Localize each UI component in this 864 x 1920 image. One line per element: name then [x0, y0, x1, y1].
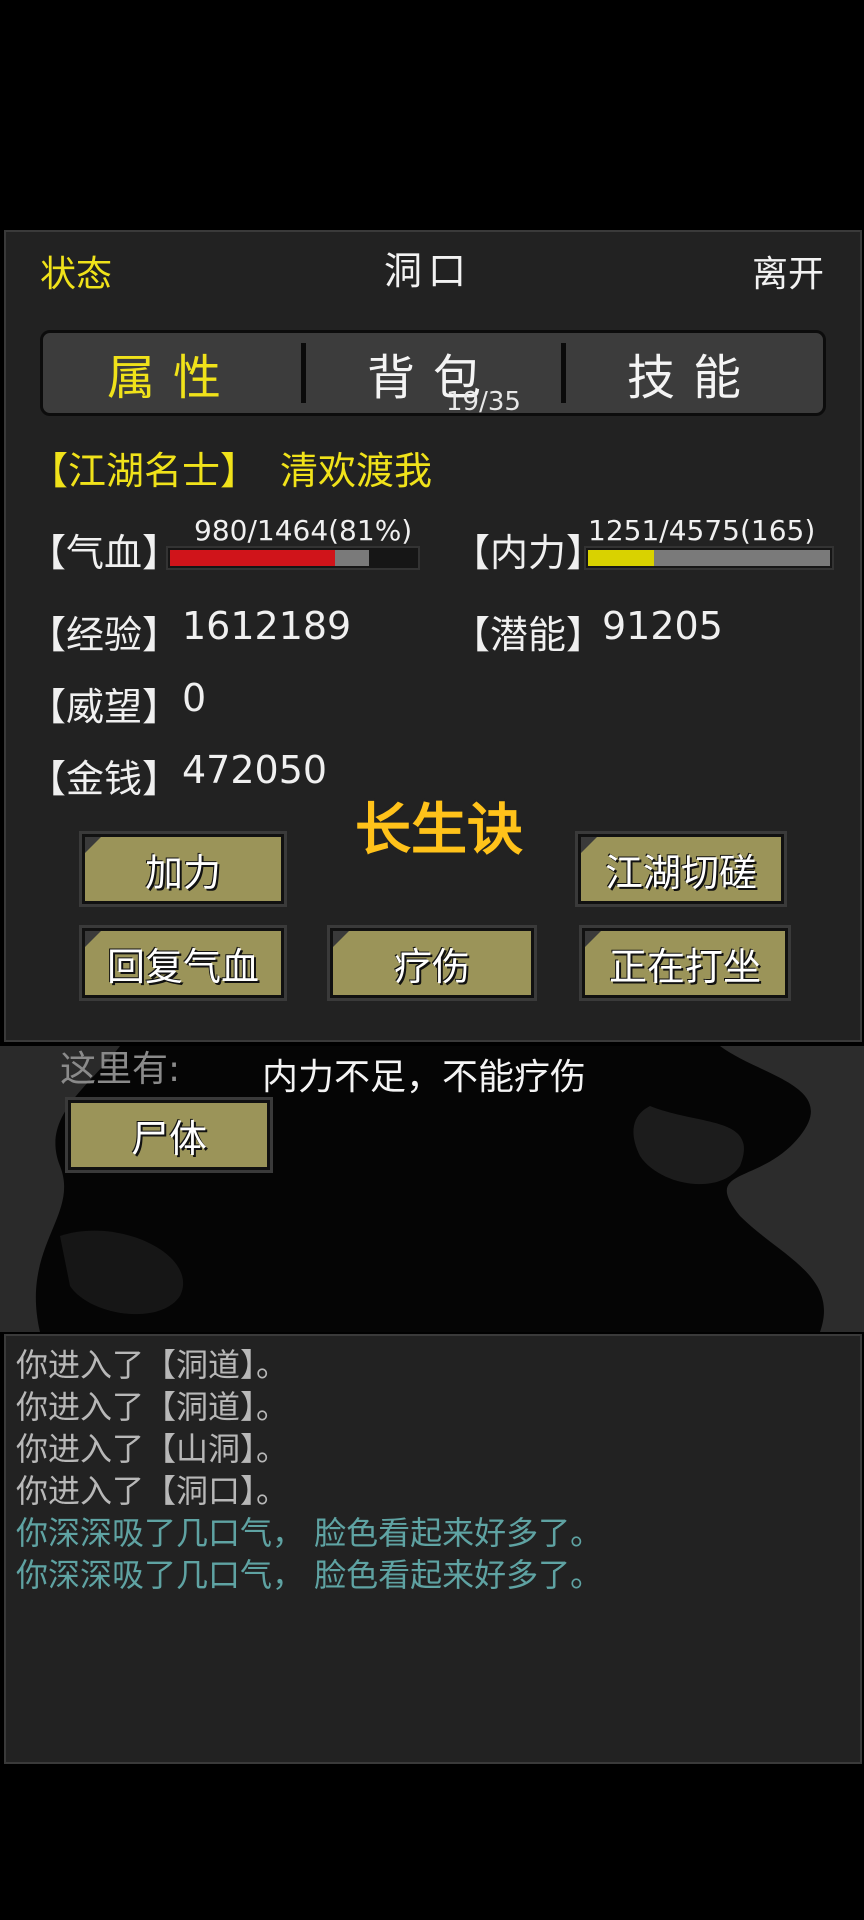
status-hint: 内力不足，不能疗伤	[262, 1057, 587, 1098]
technique-name-overlay: 长生诀	[355, 798, 523, 863]
money-label: 【金钱】	[28, 757, 181, 801]
log-line: 你深深吸了几口气， 脸色看起来好多了。	[16, 1556, 603, 1594]
mana-value: 1251/4575(165)	[588, 514, 816, 547]
inventory-count: 19/35	[446, 387, 521, 417]
button-corner	[581, 837, 597, 853]
hp-bar-fill	[170, 550, 335, 566]
button-corner	[585, 931, 601, 947]
meditate-button[interactable]: 正在打坐	[579, 925, 791, 1001]
hp-value: 980/1464(81%)	[194, 514, 413, 547]
tab-skills-label: 技能	[626, 350, 759, 406]
log-line: 你进入了【洞道】。	[16, 1346, 289, 1384]
mana-bar	[584, 546, 834, 570]
treat-injury-button-label: 疗伤	[393, 944, 470, 989]
location-title: 洞口	[384, 249, 473, 293]
character-header: 【江湖名士】 清欢渡我	[30, 440, 432, 495]
tab-skills[interactable]: 技能	[561, 333, 823, 413]
hp-bar	[166, 546, 420, 570]
potential-value: 91205	[602, 604, 723, 648]
leave-button[interactable]: 离开	[752, 245, 824, 297]
button-corner	[85, 837, 101, 853]
tab-inventory[interactable]: 背包 19/35	[301, 333, 563, 417]
character-name: 清欢渡我	[280, 449, 433, 493]
heal-hp-button[interactable]: 回复气血	[79, 925, 287, 1001]
log-line: 你深深吸了几口气， 脸色看起来好多了。	[16, 1514, 603, 1552]
corpse-object-button[interactable]: 尸体	[65, 1097, 273, 1173]
hp-label: 【气血】	[28, 531, 181, 575]
exp-value: 1612189	[182, 604, 352, 648]
spar-button-label: 江湖切磋	[604, 850, 757, 895]
character-rank: 【江湖名士】	[30, 449, 259, 493]
meditate-button-label: 正在打坐	[608, 944, 761, 989]
treat-injury-button[interactable]: 疗伤	[327, 925, 537, 1001]
log-line: 你进入了【山洞】。	[16, 1430, 289, 1468]
message-log: 你进入了【洞道】。 你进入了【洞道】。 你进入了【山洞】。 你进入了【洞口】。 …	[4, 1334, 862, 1764]
exp-label: 【经验】	[28, 613, 181, 657]
potential-label: 【潜能】	[452, 613, 605, 657]
log-line: 你进入了【洞道】。	[16, 1388, 289, 1426]
button-corner	[333, 931, 349, 947]
mana-label: 【内力】	[452, 531, 605, 575]
button-corner	[85, 931, 101, 947]
boost-button-label: 加力	[144, 850, 221, 895]
boost-button[interactable]: 加力	[79, 831, 287, 907]
log-line: 你进入了【洞口】。	[16, 1472, 289, 1510]
here-label: 这里有:	[60, 1049, 181, 1090]
money-value: 472050	[182, 748, 328, 792]
prestige-value: 0	[182, 676, 207, 720]
tab-bar: 属性 背包 19/35 技能	[40, 330, 826, 417]
heal-hp-button-label: 回复气血	[106, 944, 259, 989]
tab-attributes-label: 属性	[106, 350, 239, 406]
tab-attributes[interactable]: 属性	[43, 333, 303, 413]
spar-button[interactable]: 江湖切磋	[575, 831, 787, 907]
corpse-object-label: 尸体	[130, 1116, 207, 1161]
prestige-label: 【威望】	[28, 685, 181, 729]
mana-bar-fill	[588, 550, 655, 566]
status-button[interactable]: 状态	[40, 245, 112, 297]
